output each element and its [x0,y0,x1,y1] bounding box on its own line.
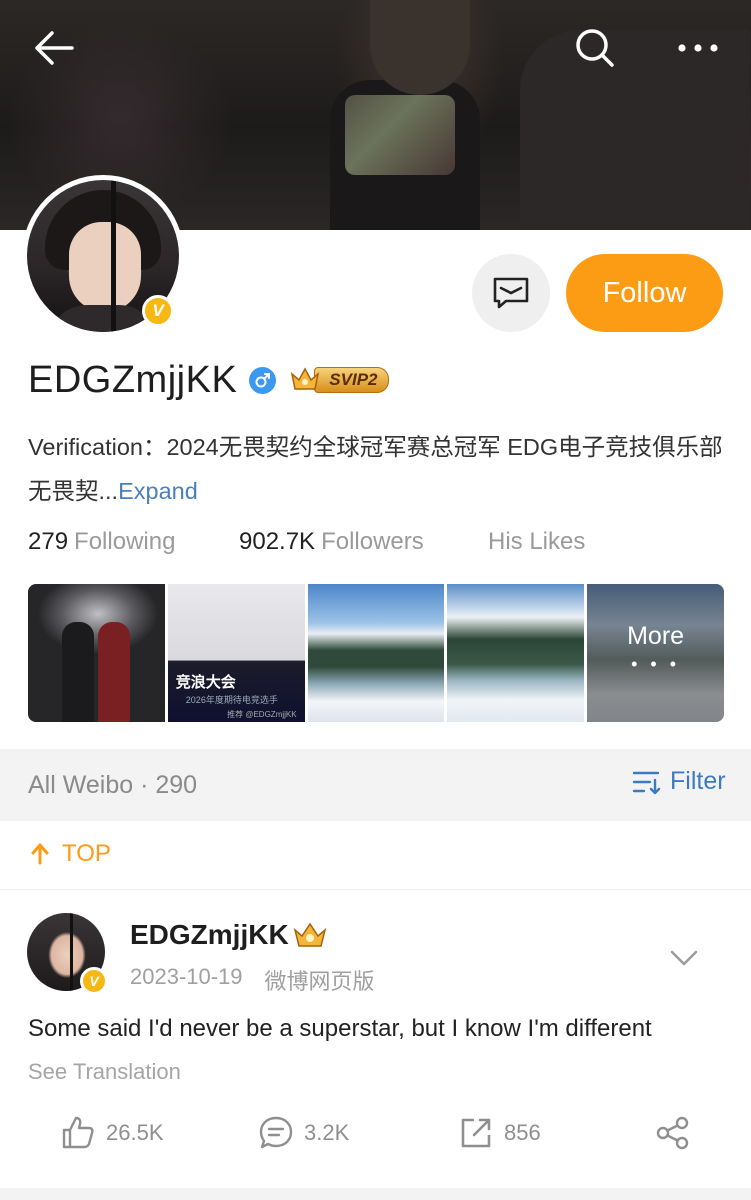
following-count: 279 [28,528,69,555]
profile-name-row: EDGZmjjKK SVIP2 [28,355,389,405]
filter-label: Filter [670,767,726,795]
following-label: Following [74,528,176,555]
repost-icon [461,1118,491,1148]
followers-label: Followers [321,528,424,555]
verification-text: Verification：2024无畏契约全球冠军赛总冠军 EDG电子竞技俱乐部… [28,425,728,513]
more-button[interactable] [668,18,728,78]
arrow-left-icon [35,31,74,65]
post-options-button[interactable] [664,938,704,983]
profile-stats: 279 Following 902.7K Followers His Likes [28,528,585,556]
search-button[interactable] [565,18,625,78]
repost-count: 856 [504,1120,541,1145]
svip-badge[interactable]: SVIP2 [288,366,389,394]
album-more-tile[interactable]: More • • • [587,584,724,722]
more-horizontal-icon [678,44,718,52]
comment-icon [259,1116,293,1149]
album-photo[interactable] [307,584,445,722]
verified-badge: V [142,295,174,327]
post-verified-badge: V [80,967,108,995]
expand-link[interactable]: Expand [118,478,198,504]
crown-icon [291,367,320,390]
chevron-down-icon [670,950,698,966]
repost-button[interactable]: 856 [458,1115,541,1151]
follow-button[interactable]: Follow [566,254,723,332]
followers-stat[interactable]: 902.7K Followers [239,528,488,556]
photo-caption: 竞浪大会 [175,674,236,691]
more-dots: • • • [631,654,681,674]
see-translation-link[interactable]: See Translation [28,1059,181,1085]
profile-avatar[interactable]: V [22,175,184,337]
crown-icon [293,922,326,947]
album-photo[interactable] [447,584,585,722]
like-count: 26.5K [106,1120,164,1145]
following-stat[interactable]: 279 Following [28,528,239,556]
message-icon [493,277,529,309]
album-photo[interactable] [28,584,165,722]
male-icon [249,366,277,394]
like-button[interactable]: 26.5K [60,1115,164,1151]
message-button[interactable] [472,254,550,332]
post-author-row: EDGZmjjKK [130,918,329,952]
followers-count: 902.7K [239,528,316,555]
thumbs-up-icon [62,1116,94,1149]
filter-icon [632,771,661,794]
more-label: More [627,622,685,650]
album-photo[interactable]: 竞浪大会 2026年度期待电竞选手 推荐 @EDGZmjjKK [167,584,305,722]
post-date: 2023-10-19 [130,964,243,989]
pinned-label: TOP [30,840,111,868]
arrow-up-icon [31,843,49,865]
filter-button[interactable]: Filter [632,767,726,796]
search-icon [576,29,614,67]
all-weibo-count[interactable]: All Weibo · 290 [28,771,197,800]
weibo-filter-bar: All Weibo · 290 Filter [0,749,751,821]
profile-name: EDGZmjjKK [28,358,238,401]
post-source: 微博网页版 [264,969,375,994]
photo-credit: 推荐 @EDGZmjjKK [227,710,297,719]
likes-stat[interactable]: His Likes [488,528,585,556]
comment-button[interactable]: 3.2K [258,1115,349,1151]
share-button[interactable] [655,1115,691,1151]
comment-count: 3.2K [304,1120,350,1145]
photo-subcaption: 2026年度期待电竞选手 [185,695,278,705]
svip-label: SVIP2 [314,367,389,393]
cover-shape [370,0,470,95]
likes-label: His Likes [488,528,586,555]
feed-divider [0,1188,751,1200]
post-text: Some said I'd never be a superstar, but … [28,1015,652,1042]
share-icon [656,1116,689,1150]
photo-album-strip: 竞浪大会 2026年度期待电竞选手 推荐 @EDGZmjjKK More • •… [28,584,724,722]
cover-shape [345,95,455,175]
post-author-name[interactable]: EDGZmjjKK [130,919,289,951]
back-button[interactable] [24,18,84,78]
pinned-row: TOP [0,822,751,890]
post-actions: 26.5K 3.2K 856 [0,1115,751,1167]
pinned-text: TOP [62,840,111,867]
post-meta: 2023-10-19 微博网页版 [130,964,375,996]
